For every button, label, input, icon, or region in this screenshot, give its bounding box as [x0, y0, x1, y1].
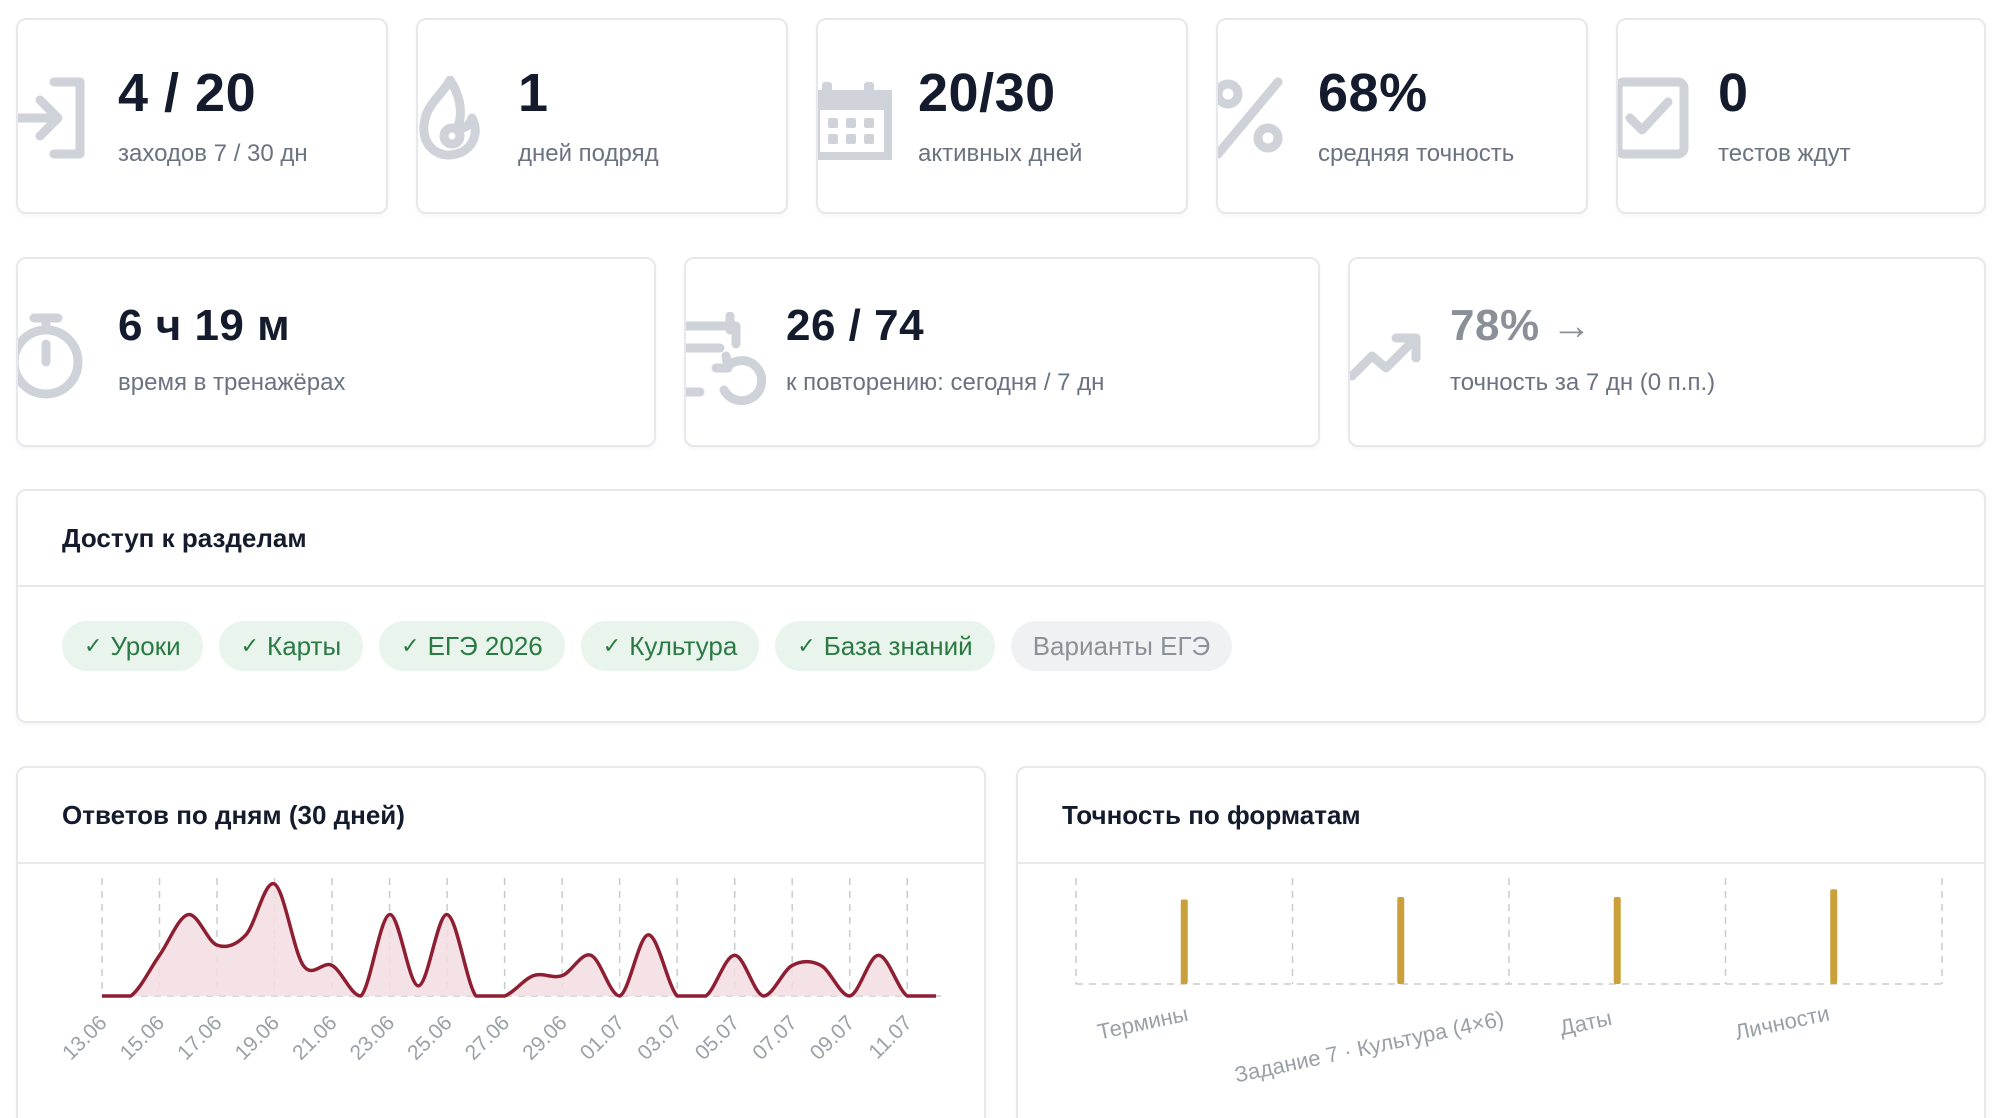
panel-title: Доступ к разделам — [62, 523, 307, 553]
chip-label: Карты — [267, 630, 342, 661]
panel-header: Точность по форматам — [1018, 768, 1984, 864]
stat-value: 6 ч 19 м — [118, 301, 291, 350]
check-icon: ✓ — [797, 633, 816, 658]
stat-label: к повторению: сегодня / 7 дн — [786, 369, 1105, 396]
stat-value: 78% → — [1450, 301, 1592, 351]
login-icon — [18, 61, 98, 171]
stat-value: 4 / 20 — [118, 63, 257, 123]
chip-label: Культура — [629, 630, 738, 661]
check-icon: ✓ — [401, 633, 420, 658]
stat-label: тестов ждут — [1718, 140, 1851, 167]
x-tick-label: 23.06 — [346, 1011, 399, 1064]
stat-card-review: 26 / 74 к повторению: сегодня / 7 дн — [684, 257, 1320, 447]
stat-value: 68% — [1318, 63, 1428, 123]
x-tick-label: 03.07 — [633, 1011, 686, 1064]
stat-card-active-days: 20/30 активных дней — [816, 18, 1188, 214]
answers-per-day-panel: Ответов по дням (30 дней) 13.06 15.06 17.0… — [16, 766, 986, 1118]
chip-label: База знаний — [823, 630, 973, 661]
chip-knowledge-base[interactable]: ✓ База знаний — [775, 621, 995, 671]
chip-culture[interactable]: ✓ Культура — [580, 621, 760, 671]
check-icon: ✓ — [602, 633, 622, 658]
x-tick-label: 17.06 — [173, 1011, 226, 1064]
stat-value: 1 — [518, 63, 549, 123]
x-tick-label: 05.07 — [691, 1011, 744, 1064]
stat-card-trainer-time: 6 ч 19 м время в тренажёрах — [16, 257, 656, 447]
x-tick-label: 15.06 — [116, 1011, 169, 1064]
x-tick-label: 07.07 — [748, 1011, 801, 1064]
stat-value-text: 78% — [1450, 301, 1540, 350]
accuracy-bar — [1180, 899, 1188, 984]
x-tick-label: 27.06 — [461, 1011, 514, 1064]
percent-icon — [1218, 61, 1298, 171]
arrow-right-icon: → — [1551, 303, 1593, 348]
panel-header: Доступ к разделам — [18, 491, 1984, 587]
x-category-label: Даты — [1557, 1005, 1614, 1040]
stat-label: время в тренажёрах — [118, 369, 346, 396]
stat-value: 0 — [1718, 63, 1749, 123]
fire-icon — [418, 61, 498, 171]
stopwatch-icon — [18, 297, 98, 407]
stat-card-streak: 1 дней подряд — [416, 18, 788, 214]
stat-card-weekly-accuracy: 78% → точность за 7 дн (0 п.п.) — [1348, 257, 1986, 447]
accuracy-bar — [1397, 896, 1405, 984]
accuracy-bar-chart: Термины Задание 7 · Культура (4×6) Даты Лич… — [1075, 878, 1943, 1088]
checklist-icon — [1618, 61, 1698, 171]
chip-ege-2026[interactable]: ✓ ЕГЭ 2026 — [379, 621, 565, 671]
trend-up-icon — [1350, 297, 1430, 407]
access-chips: ✓ Уроки ✓ Карты ✓ ЕГЭ 2026 ✓ Культура ✓ База … — [62, 621, 1233, 671]
stat-label: средняя точность — [1318, 140, 1515, 167]
x-category-label: Задание 7 · Культура (4×6) — [1232, 1006, 1506, 1088]
x-tick-label: 19.06 — [231, 1011, 284, 1064]
check-icon: ✓ — [84, 633, 103, 658]
x-tick-label: 25.06 — [403, 1011, 456, 1064]
stat-card-tests: 0 тестов ждут — [1616, 18, 1986, 214]
x-tick-label: 29.06 — [518, 1011, 571, 1064]
stat-value: 26 / 74 — [786, 301, 925, 350]
accuracy-by-format-panel: Точность по форматам Термины Задание 7 · … — [1016, 766, 1986, 1118]
accuracy-bar — [1830, 889, 1838, 984]
stat-label: точность за 7 дн (0 п.п.) — [1450, 369, 1716, 396]
panel-title: Ответов по дням (30 дней) — [62, 800, 405, 830]
chip-label: Уроки — [110, 630, 181, 661]
chip-label: ЕГЭ 2026 — [427, 630, 543, 661]
check-icon: ✓ — [240, 633, 260, 658]
calendar-icon — [818, 61, 898, 171]
panel-header: Ответов по дням (30 дней) — [18, 768, 984, 864]
stat-card-accuracy: 68% средняя точность — [1216, 18, 1588, 214]
stat-value: 20/30 — [918, 63, 1056, 123]
answers-area-chart: 13.06 15.06 17.06 19.06 21.06 23.06 25.06 27.06… — [58, 878, 946, 1065]
x-tick-label: 11.07 — [864, 1011, 916, 1063]
stat-label: активных дней — [918, 140, 1083, 167]
x-tick-label: 21.06 — [288, 1011, 341, 1064]
x-category-label: Личности — [1733, 1000, 1832, 1044]
chip-label: Варианты ЕГЭ — [1032, 630, 1211, 661]
x-tick-label: 01.07 — [576, 1011, 629, 1064]
x-tick-label: 13.06 — [58, 1011, 111, 1064]
chip-lessons[interactable]: ✓ Уроки — [62, 621, 203, 671]
access-panel: Доступ к разделам ✓ Уроки ✓ Карты ✓ ЕГЭ 202… — [16, 489, 1986, 723]
panel-title: Точность по форматам — [1062, 800, 1361, 830]
calendar-repeat-icon — [686, 297, 766, 407]
stat-label: заходов 7 / 30 дн — [118, 140, 308, 167]
answers-area — [102, 883, 936, 996]
stat-label: дней подряд — [518, 140, 659, 167]
x-category-label: Термины — [1095, 1001, 1190, 1045]
chip-maps[interactable]: ✓ Карты — [218, 621, 364, 671]
x-tick-label: 09.07 — [806, 1011, 859, 1064]
stat-card-visits: 4 / 20 заходов 7 / 30 дн — [16, 18, 388, 214]
accuracy-bar — [1613, 896, 1621, 984]
chip-ege-variants[interactable]: Варианты ЕГЭ — [1010, 621, 1233, 671]
